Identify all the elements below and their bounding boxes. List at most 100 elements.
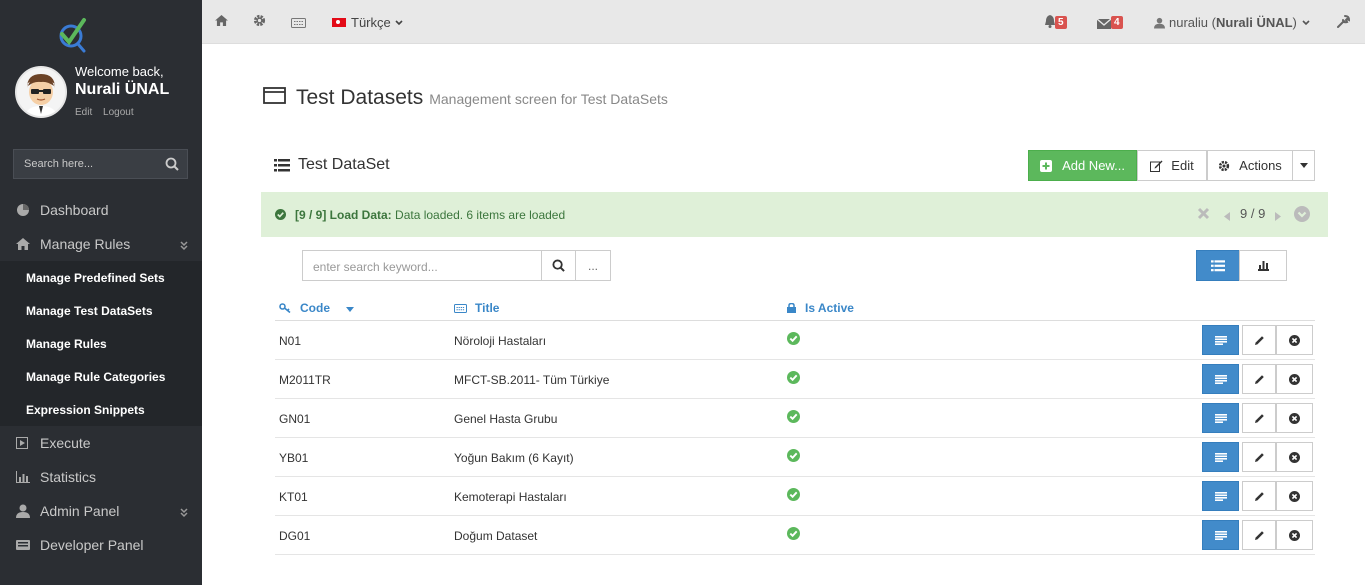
view-row-button[interactable]	[1202, 364, 1239, 394]
sidebar-item-dashboard[interactable]: Dashboard	[0, 193, 202, 227]
sidebar-item-label: Dashboard	[40, 202, 109, 218]
check-circle-icon	[275, 208, 286, 223]
sidebar-item-admin-panel[interactable]: Admin Panel	[0, 494, 202, 528]
logout-link[interactable]: Logout	[103, 107, 134, 118]
sidebar-search-input[interactable]: Search here...	[13, 149, 188, 179]
sidebar-item-execute[interactable]: Execute	[0, 426, 202, 460]
edit-row-button[interactable]	[1242, 520, 1276, 550]
previous-icon[interactable]	[1224, 209, 1230, 224]
user-links: Edit Logout	[75, 107, 142, 118]
panel-title: Test DataSet	[298, 156, 390, 173]
chart-view-button[interactable]	[1239, 250, 1287, 281]
keyboard-icon	[454, 303, 467, 313]
cell-code: GN01	[279, 412, 311, 426]
edit-row-button[interactable]	[1242, 403, 1276, 433]
remove-circle-icon	[1289, 490, 1300, 502]
envelope-icon[interactable]	[1096, 17, 1112, 32]
sidebar-item-predefined-sets[interactable]: Manage Predefined Sets	[0, 261, 202, 294]
column-header-title[interactable]: Title	[454, 301, 499, 315]
sidebar-item-rule-categories[interactable]: Manage Rule Categories	[0, 360, 202, 393]
sidebar: Welcome back, Nurali ÜNAL Edit Logout Se…	[0, 0, 202, 585]
sidebar-item-manage-rules[interactable]: Manage Rules	[0, 227, 202, 261]
table-row[interactable]: YB01 Yoğun Bakım (6 Kayıt)	[275, 438, 1315, 477]
chevron-circle-down-icon[interactable]	[1294, 206, 1310, 225]
delete-row-button[interactable]	[1276, 481, 1313, 511]
cell-title: Nöroloji Hastaları	[454, 334, 547, 348]
delete-row-button[interactable]	[1276, 325, 1313, 355]
keyword-search-input[interactable]: enter search keyword...	[302, 250, 542, 281]
list-icon	[274, 158, 290, 171]
home-icon[interactable]	[215, 14, 228, 29]
view-row-button[interactable]	[1202, 442, 1239, 472]
user-icon	[1154, 17, 1165, 28]
close-icon[interactable]	[1197, 207, 1210, 223]
delete-row-button[interactable]	[1276, 520, 1313, 550]
pencil-icon	[1254, 530, 1265, 541]
actions-button[interactable]: Actions	[1207, 150, 1293, 181]
page-header: Test Datasets Management screen for Test…	[263, 86, 668, 110]
edit-row-button[interactable]	[1242, 442, 1276, 472]
details-icon	[1214, 452, 1227, 462]
user-menu[interactable]: nuraliu (Nurali ÜNAL)	[1154, 15, 1310, 30]
alert-pager: 9 / 9	[1240, 206, 1266, 221]
turkey-flag-icon	[332, 18, 346, 27]
table-row[interactable]: GN01 Genel Hasta Grubu	[275, 399, 1315, 438]
edit-label: Edit	[1171, 158, 1194, 173]
view-row-button[interactable]	[1202, 325, 1239, 355]
cell-title: Doğum Dataset	[454, 529, 538, 543]
delete-row-button[interactable]	[1276, 364, 1313, 394]
next-icon[interactable]	[1275, 209, 1281, 224]
edit-icon	[1150, 160, 1163, 172]
sidebar-item-statistics[interactable]: Statistics	[0, 460, 202, 494]
gear-icon[interactable]	[253, 14, 266, 30]
language-selector[interactable]: Türkçe	[332, 15, 403, 30]
sidebar-item-developer-panel[interactable]: Developer Panel	[0, 528, 202, 562]
sidebar-item-expression-snippets[interactable]: Expression Snippets	[0, 393, 202, 426]
home-icon	[16, 238, 34, 250]
sidebar-item-label: Statistics	[40, 469, 97, 485]
welcome-block: Welcome back, Nurali ÜNAL	[75, 64, 169, 99]
remove-circle-icon	[1289, 412, 1300, 424]
details-icon	[1214, 530, 1227, 540]
table-row[interactable]: N01 Nöroloji Hastaları	[275, 321, 1315, 360]
table-row[interactable]: KT01 Kemoterapi Hastaları	[275, 477, 1315, 516]
sidebar-item-test-datasets[interactable]: Manage Test DataSets	[0, 294, 202, 327]
edit-row-button[interactable]	[1242, 325, 1276, 355]
edit-profile-link[interactable]: Edit	[75, 107, 92, 118]
search-icon[interactable]	[165, 157, 179, 174]
view-row-button[interactable]	[1202, 403, 1239, 433]
window-icon	[263, 87, 286, 104]
wrench-icon[interactable]	[1337, 15, 1351, 31]
view-row-button[interactable]	[1202, 520, 1239, 550]
remove-circle-icon	[1289, 373, 1300, 385]
app-logo[interactable]	[56, 14, 88, 54]
sidebar-item-label: Manage Rules	[40, 236, 131, 252]
details-icon	[1214, 491, 1227, 501]
table-row[interactable]: M2011TR MFCT-SB.2011- Tüm Türkiye	[275, 360, 1315, 399]
edit-button[interactable]: Edit	[1137, 150, 1207, 181]
list-view-button[interactable]	[1196, 250, 1240, 281]
table-row[interactable]: DG01 Doğum Dataset	[275, 516, 1315, 555]
top-bar: Türkçe 5 4 nuraliu (Nurali ÜNAL)	[202, 0, 1365, 44]
keyboard-icon[interactable]	[291, 16, 306, 31]
cell-title: Kemoterapi Hastaları	[454, 490, 567, 504]
view-row-button[interactable]	[1202, 481, 1239, 511]
delete-row-button[interactable]	[1276, 442, 1313, 472]
chevron-double-down-icon	[180, 238, 188, 254]
list-icon	[1211, 259, 1225, 271]
advanced-search-button[interactable]: ...	[575, 250, 611, 281]
chevron-double-down-icon	[180, 505, 188, 521]
language-label: Türkçe	[351, 15, 391, 30]
search-button[interactable]	[541, 250, 576, 281]
column-header-is-active[interactable]: Is Active	[787, 301, 854, 315]
column-header-code[interactable]: Code	[279, 301, 354, 315]
edit-row-button[interactable]	[1242, 364, 1276, 394]
delete-row-button[interactable]	[1276, 403, 1313, 433]
edit-row-button[interactable]	[1242, 481, 1276, 511]
actions-dropdown-toggle[interactable]	[1292, 150, 1315, 181]
cell-code: KT01	[279, 490, 308, 504]
add-new-button[interactable]: Add New...	[1028, 150, 1137, 181]
sidebar-item-label: Admin Panel	[40, 503, 120, 519]
sidebar-item-rules[interactable]: Manage Rules	[0, 327, 202, 360]
keyboard-icon	[16, 540, 34, 550]
